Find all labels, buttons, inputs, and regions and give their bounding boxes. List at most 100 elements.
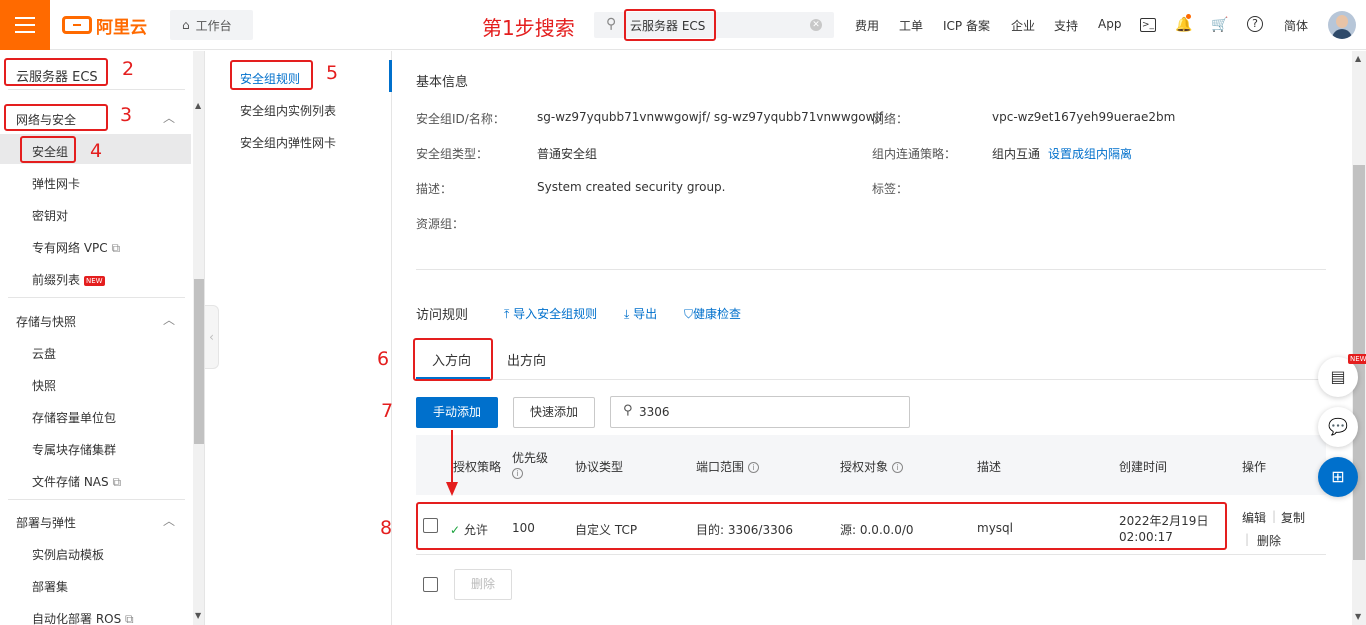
nav-app[interactable]: App (1098, 17, 1121, 31)
sidebar-item-deployment-set[interactable]: 部署集 (32, 578, 68, 595)
language-switch[interactable]: 简体 (1284, 17, 1308, 34)
network-value: vpc-wz9et167yeh99uerae2bm (992, 110, 1176, 124)
sidebar-group-deploy[interactable]: 部署与弹性 (16, 514, 76, 531)
export-link[interactable]: ⤓ 导出 (624, 305, 657, 322)
col-port-label: 端口范围 (696, 460, 745, 474)
bell-icon[interactable]: 🔔 (1175, 16, 1193, 34)
chevron-up-icon[interactable]: ︿ (163, 109, 175, 126)
scroll-up-arrow[interactable]: ▲ (195, 101, 201, 110)
col-priority: 优先级 i (512, 449, 548, 480)
home-icon: ⌂ (182, 18, 190, 32)
book-icon: ▤ (1330, 367, 1346, 386)
scroll-down-arrow[interactable]: ▼ (1355, 612, 1361, 621)
basic-info-title: 基本信息 (416, 75, 469, 90)
sidebar-group-storage[interactable]: 存储与快照 (16, 313, 76, 330)
info-icon[interactable]: i (747, 462, 759, 473)
new-badge: NEW (1348, 354, 1366, 364)
annotation-box-search (624, 9, 716, 41)
col-source: 授权对象 i (840, 458, 903, 475)
sidebar-item-label: 文件存储 NAS (32, 475, 109, 489)
sidebar-item-disk[interactable]: 云盘 (32, 345, 56, 362)
annotation-8: 8 (380, 517, 393, 539)
annotation-box-rules (230, 60, 313, 90)
description-label: 描述： (416, 182, 453, 196)
col-created: 创建时间 (1119, 460, 1168, 474)
annotation-box-product (4, 58, 108, 86)
sg-type-label: 安全组类型： (416, 147, 489, 161)
select-all-checkbox[interactable] (423, 577, 438, 592)
copy-link[interactable]: 复制 (1281, 509, 1305, 526)
sidebar-scroll-thumb[interactable] (194, 279, 204, 444)
cart-icon[interactable]: 🛒 (1211, 16, 1229, 34)
edit-link[interactable]: 编辑 (1242, 509, 1266, 526)
sidebar-item-keypair[interactable]: 密钥对 (32, 207, 68, 224)
nav-support[interactable]: 支持 (1054, 17, 1078, 34)
sidebar-item-dedicated-block[interactable]: 专属块存储集群 (32, 441, 116, 458)
rule-filter-input[interactable]: ⚲ 3306 (610, 396, 910, 428)
sidebar-item-eni[interactable]: 弹性网卡 (32, 175, 80, 192)
nav-icp[interactable]: ICP 备案 (943, 17, 990, 34)
apps-float-button[interactable]: ⊞ (1318, 457, 1358, 497)
nav-enterprise[interactable]: 企业 (1011, 17, 1035, 34)
sidebar-item-nas[interactable]: 文件存储 NAS ⧉ (32, 473, 121, 490)
sidebar-item-vpc[interactable]: 专有网络 VPC ⧉ (32, 239, 120, 256)
add-manual-button[interactable]: 手动添加 (416, 397, 498, 428)
nav-tickets[interactable]: 工单 (899, 17, 923, 34)
annotation-6: 6 (377, 348, 390, 370)
scroll-up-arrow[interactable]: ▲ (1355, 54, 1361, 63)
aliyun-logo[interactable]: 阿里云 (62, 14, 147, 38)
search-icon: ⚲ (606, 16, 617, 32)
help-icon[interactable]: ? (1247, 16, 1263, 32)
new-badge: NEW (84, 275, 105, 286)
sg-type-value: 普通安全组 (537, 147, 598, 161)
subnav-item-eni[interactable]: 安全组内弹性网卡 (240, 134, 336, 151)
annotation-5: 5 (326, 62, 339, 84)
divider (8, 499, 185, 500)
col-actions: 操作 (1242, 460, 1267, 474)
chevron-up-icon[interactable]: ︿ (163, 512, 175, 529)
divider (416, 269, 1326, 270)
batch-delete-button[interactable]: 删除 (454, 569, 512, 600)
annotation-box-row (416, 502, 1227, 550)
add-quick-button[interactable]: 快速添加 (513, 397, 595, 428)
chat-float-button[interactable]: 💬 (1318, 407, 1358, 447)
delete-link[interactable]: 删除 (1257, 532, 1281, 549)
resource-group-label: 资源组： (416, 217, 465, 231)
sidebar-item-prefix-list[interactable]: 前缀列表 NEW (32, 271, 105, 288)
nav-fees[interactable]: 费用 (855, 17, 879, 34)
active-indicator (389, 60, 392, 92)
set-isolation-link[interactable]: 设置成组内隔离 (1048, 145, 1132, 162)
scroll-down-arrow[interactable]: ▼ (195, 611, 201, 620)
sidebar-item-scu[interactable]: 存储容量单位包 (32, 409, 116, 426)
sidebar-item-ros[interactable]: 自动化部署 ROS ⧉ (32, 610, 134, 625)
policy-value: 组内互通 (992, 147, 1041, 161)
external-link-icon: ⧉ (112, 475, 122, 489)
col-source-label: 授权对象 (840, 460, 889, 474)
workbench-button[interactable]: ⌂ 工作台 (170, 10, 253, 40)
import-rules-link[interactable]: ⤒ 导入安全组规则 (504, 305, 597, 322)
chevron-up-icon[interactable]: ︿ (163, 311, 175, 328)
menu-icon[interactable] (0, 0, 50, 50)
collapse-sidebar-handle[interactable]: ‹ (205, 305, 219, 369)
info-icon[interactable]: i (512, 468, 523, 479)
divider (8, 89, 185, 90)
health-check-link[interactable]: ⛉健康检查 (684, 305, 741, 322)
clear-icon[interactable]: ✕ (810, 19, 822, 31)
info-icon[interactable]: i (891, 462, 903, 473)
policy-label: 组内连通策略： (872, 147, 957, 161)
network-label: 网络： (872, 112, 909, 126)
export-label: 导出 (633, 307, 658, 321)
subnav-item-instances[interactable]: 安全组内实例列表 (240, 102, 336, 119)
external-link-icon: ⧉ (125, 612, 134, 625)
tab-outbound[interactable]: 出方向 (507, 350, 546, 369)
terminal-icon[interactable]: >_ (1140, 18, 1156, 32)
sidebar-item-launch-template[interactable]: 实例启动模板 (32, 546, 104, 563)
tags-label: 标签： (872, 182, 909, 196)
annotation-2: 2 (122, 58, 135, 80)
col-policy: 授权策略 (453, 460, 502, 474)
annotation-box-network (4, 104, 108, 131)
avatar[interactable] (1328, 11, 1356, 39)
filter-value: 3306 (639, 405, 670, 419)
separator: | (1245, 532, 1250, 546)
sidebar-item-snapshot[interactable]: 快照 (32, 377, 56, 394)
